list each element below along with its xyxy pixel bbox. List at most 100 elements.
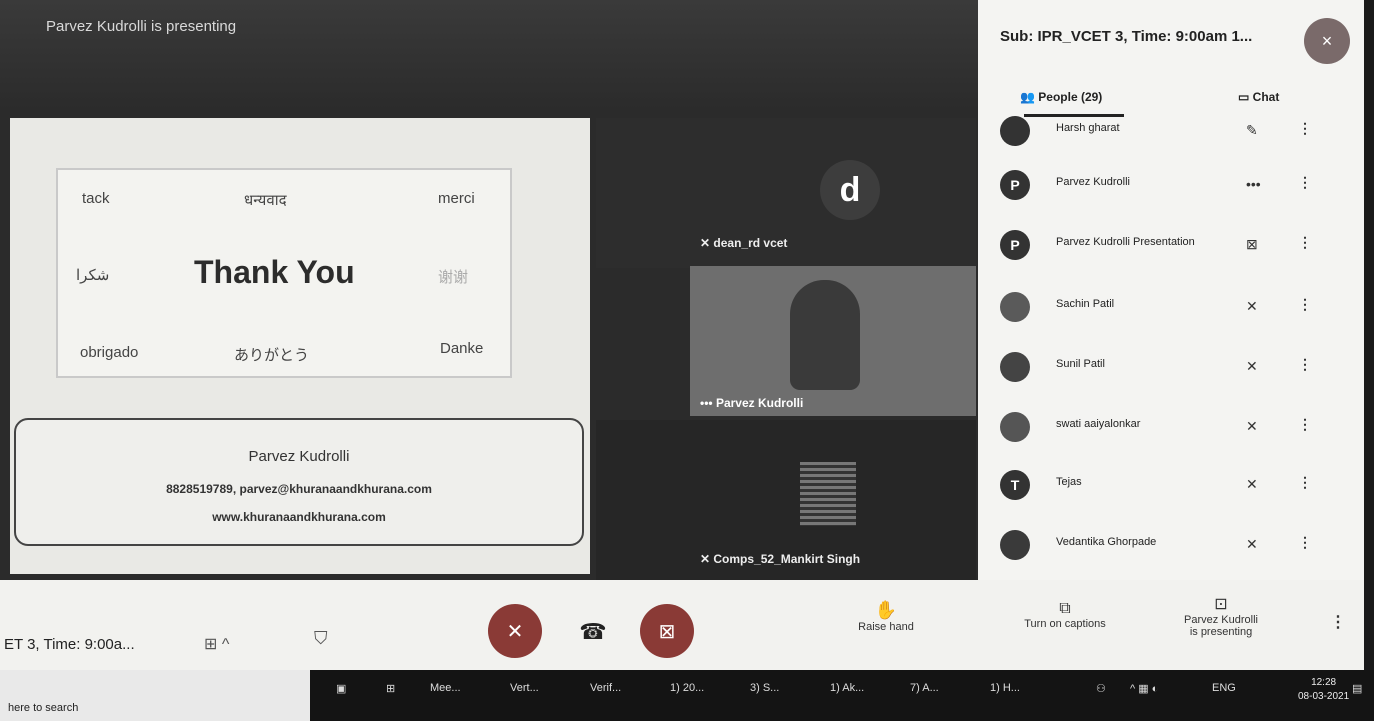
avatar bbox=[1000, 530, 1030, 560]
shield-icon[interactable]: ⛉ bbox=[314, 628, 328, 649]
participant-row[interactable]: P Parvez Kudrolli Presentation ⊠ ⋮ bbox=[1000, 222, 1330, 274]
people-icon[interactable]: ⚇ bbox=[1096, 682, 1106, 695]
presentation-icon[interactable]: ⊠ bbox=[1246, 236, 1258, 253]
participant-name-text: Parvez Kudrolli bbox=[715, 396, 804, 410]
tab-people[interactable]: 👥 People (29) bbox=[1020, 90, 1102, 104]
more-options-icon[interactable]: ⋮ bbox=[1298, 356, 1312, 373]
avatar bbox=[1000, 116, 1030, 146]
mic-off-button[interactable]: ✕ bbox=[488, 604, 542, 658]
taskbar-app[interactable]: 1) Ak... bbox=[830, 682, 864, 694]
participant-name: ✕ Comps_52_Mankirt Singh bbox=[700, 552, 860, 566]
thanks-word: obrigado bbox=[80, 344, 139, 361]
tab-people-label: People (29) bbox=[1038, 90, 1103, 104]
clock-date: 08-03-2021 bbox=[1298, 691, 1350, 702]
raise-hand-button[interactable]: ✋ Raise hand bbox=[846, 600, 926, 633]
camera-off-button[interactable]: ⊠ bbox=[640, 604, 694, 658]
taskbar-app[interactable]: 1) H... bbox=[990, 682, 1020, 694]
hand-icon: ✋ bbox=[874, 600, 898, 620]
participant-name: Sunil Patil bbox=[1056, 358, 1105, 370]
contact-website: www.khuranaandkhurana.com bbox=[212, 510, 386, 524]
presenting-status: is presenting bbox=[1189, 626, 1253, 638]
participant-name: Harsh gharat bbox=[1056, 122, 1120, 134]
more-options-icon[interactable]: ⋮ bbox=[1330, 612, 1346, 632]
avatar bbox=[1000, 412, 1030, 442]
chat-icon: ▭ bbox=[1238, 90, 1253, 104]
participant-name: swati aaiyalonkar bbox=[1056, 418, 1141, 430]
close-panel-button[interactable]: × bbox=[1304, 18, 1350, 64]
more-options-icon[interactable]: ⋮ bbox=[1298, 416, 1312, 433]
video-person bbox=[790, 280, 860, 390]
system-tray-icons[interactable]: ^ ▦ ◐ bbox=[1130, 682, 1158, 695]
people-icon: 👥 bbox=[1020, 90, 1039, 104]
participant-row[interactable]: Sachin Patil ✕ ⋮ bbox=[1000, 284, 1330, 336]
thanks-word: merci bbox=[438, 190, 475, 207]
participant-row[interactable]: Vedantika Ghorpade ✕ ⋮ bbox=[1000, 522, 1330, 574]
calculator-icon[interactable]: ⊞ bbox=[386, 682, 395, 695]
mic-icon[interactable]: ✎ bbox=[1246, 122, 1258, 139]
speaking-icon[interactable]: ••• bbox=[1246, 176, 1261, 192]
participant-row[interactable]: T Tejas ✕ ⋮ bbox=[1000, 462, 1330, 514]
participant-name: Sachin Patil bbox=[1056, 298, 1115, 310]
participant-row[interactable]: swati aaiyalonkar ✕ ⋮ bbox=[1000, 404, 1330, 456]
avatar bbox=[1000, 352, 1030, 382]
more-options-icon[interactable]: ⋮ bbox=[1298, 534, 1312, 551]
avatar: T bbox=[1000, 470, 1030, 500]
contact-name: Parvez Kudrolli bbox=[248, 448, 350, 465]
participant-name: Vedantika Ghorpade bbox=[1056, 536, 1157, 548]
avatar: d bbox=[820, 160, 880, 220]
raise-hand-label: Raise hand bbox=[858, 621, 914, 633]
contact-box: Parvez Kudrolli 8828519789, parvez@khura… bbox=[14, 418, 584, 546]
hang-up-button[interactable]: ☎ bbox=[578, 619, 608, 644]
search-input[interactable]: here to search bbox=[8, 702, 78, 714]
thanks-word: 谢谢 bbox=[438, 269, 469, 286]
clock-time: 12:28 bbox=[1311, 677, 1337, 688]
more-options-icon[interactable]: ⋮ bbox=[1298, 174, 1312, 191]
more-options-icon[interactable]: ⋮ bbox=[1298, 474, 1312, 491]
taskbar-clock[interactable]: 12:28 08-03-2021 bbox=[1298, 676, 1349, 704]
present-icon: ⊡ bbox=[1214, 596, 1228, 613]
captions-button[interactable]: ⧉ Turn on captions bbox=[1010, 600, 1120, 630]
meeting-title: ET 3, Time: 9:00a... bbox=[4, 636, 135, 653]
participant-row[interactable]: Sunil Patil ✕ ⋮ bbox=[1000, 344, 1330, 396]
mic-off-icon[interactable]: ✕ bbox=[1246, 418, 1258, 435]
mic-off-icon[interactable]: ✕ bbox=[1246, 358, 1258, 375]
taskbar-app[interactable]: Vert... bbox=[510, 682, 539, 694]
avatar bbox=[1000, 292, 1030, 322]
participant-name: ✕ dean_rd vcet bbox=[700, 236, 787, 250]
meeting-details-title: Sub: IPR_VCET 3, Time: 9:00am 1... bbox=[1000, 28, 1253, 45]
presenting-label: Parvez Kudrolli is presenting bbox=[46, 18, 237, 35]
thanks-word: ありがとう bbox=[234, 347, 310, 364]
taskbar-app[interactable]: 1) 20... bbox=[670, 682, 704, 694]
taskbar-app[interactable]: 7) A... bbox=[910, 682, 939, 694]
participant-name: Parvez Kudrolli Presentation bbox=[1056, 236, 1195, 248]
presenting-name: Parvez Kudrolli bbox=[1184, 614, 1258, 626]
more-options-icon[interactable]: ⋮ bbox=[1298, 234, 1312, 251]
tab-chat[interactable]: ▭ Chat bbox=[1238, 90, 1279, 104]
participant-row[interactable]: Harsh gharat ✎ ⋮ bbox=[1000, 108, 1330, 160]
thanks-word: tack bbox=[82, 190, 110, 207]
chevron-up-icon[interactable]: ⊞ ^ bbox=[204, 634, 229, 654]
participant-name: ••• Parvez Kudrolli bbox=[700, 396, 803, 410]
more-options-icon[interactable]: ⋮ bbox=[1298, 296, 1312, 313]
taskbar-app[interactable]: Mee... bbox=[430, 682, 461, 694]
captions-icon: ⧉ bbox=[1059, 600, 1071, 617]
thanks-word: شكرا bbox=[76, 267, 110, 284]
contact-phone: 8828519789, parvez@khuranaandkhurana.com bbox=[166, 482, 432, 496]
thank-you-heading: Thank You bbox=[194, 254, 355, 290]
participant-name-text: dean_rd vcet bbox=[713, 236, 788, 250]
thanks-word: धन्यवाद bbox=[244, 192, 287, 209]
presenting-button[interactable]: ⊡ Parvez Kudrolli is presenting bbox=[1166, 594, 1276, 638]
taskbar-app[interactable]: Verif... bbox=[590, 682, 621, 694]
participant-row[interactable]: P Parvez Kudrolli ••• ⋮ bbox=[1000, 162, 1330, 214]
mic-off-icon[interactable]: ✕ bbox=[1246, 536, 1258, 553]
taskbar-app[interactable]: 3) S... bbox=[750, 682, 779, 694]
mic-off-icon: ✕ bbox=[700, 552, 714, 566]
notification-icon[interactable]: ▤ bbox=[1352, 682, 1362, 695]
more-options-icon[interactable]: ⋮ bbox=[1298, 120, 1312, 137]
task-view-icon[interactable]: ▣ bbox=[336, 682, 346, 695]
mic-off-icon[interactable]: ✕ bbox=[1246, 476, 1258, 493]
participant-name: Parvez Kudrolli bbox=[1056, 176, 1130, 188]
mic-off-icon[interactable]: ✕ bbox=[1246, 298, 1258, 315]
presenting-banner bbox=[0, 0, 978, 110]
language-indicator[interactable]: ENG bbox=[1212, 682, 1236, 694]
